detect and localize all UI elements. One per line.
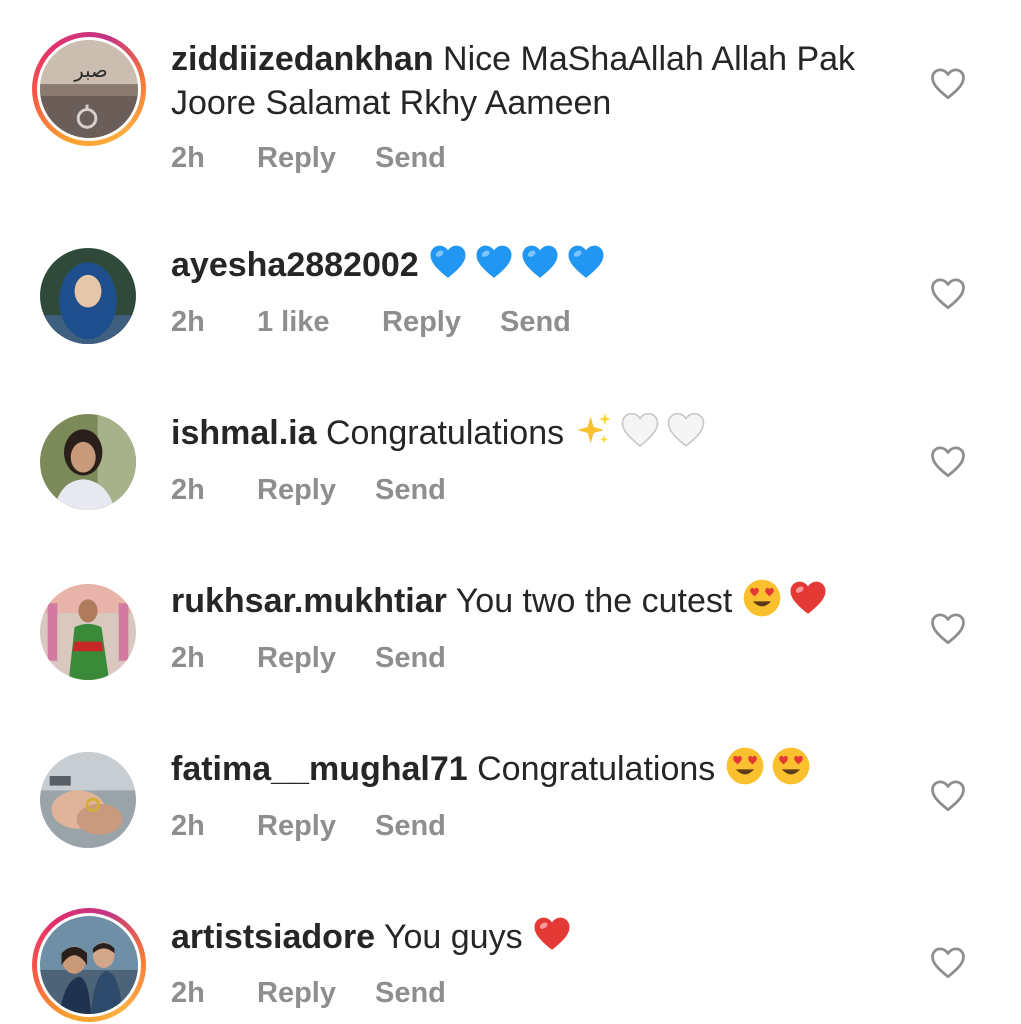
reply-button[interactable]: Reply — [257, 472, 375, 508]
comment-item: fatima__mughal71 Congratulations 2h Reply… — [0, 708, 1021, 868]
svg-text:صبر: صبر — [73, 59, 107, 82]
avatar-container[interactable] — [32, 574, 146, 688]
comment-text: fatima__mughal71 Congratulations — [171, 746, 817, 792]
avatar — [40, 752, 136, 848]
avatar: صبر — [40, 40, 138, 138]
like-heart-icon[interactable] — [929, 444, 967, 478]
comment-username[interactable]: ishmal.ia — [171, 414, 317, 452]
send-button[interactable]: Send — [375, 975, 446, 1011]
comment-timestamp: 2h — [171, 142, 205, 174]
comment-text: ziddiizedankhan Nice MaShaAllah Allah Pa… — [171, 36, 855, 82]
comment-text: artistsiadore You guys — [171, 914, 578, 960]
comment-meta: 2h Reply Send — [171, 640, 446, 676]
heart-eyes-face-icon — [771, 746, 811, 786]
send-button[interactable]: Send — [375, 808, 446, 844]
avatar-container[interactable] — [32, 742, 146, 856]
comment-text: ishmal.ia Congratulations — [171, 410, 712, 456]
comment-timestamp: 2h — [171, 306, 205, 338]
blue-heart-icon — [428, 242, 468, 282]
white-heart-icon — [666, 410, 706, 450]
comment-username[interactable]: ayesha2882002 — [171, 246, 419, 284]
like-heart-icon[interactable] — [929, 778, 967, 812]
avatar-story-ring[interactable] — [32, 908, 146, 1022]
comment-timestamp: 2h — [171, 642, 205, 674]
red-heart-icon — [788, 578, 828, 618]
red-heart-icon — [532, 914, 572, 954]
blue-heart-icon — [520, 242, 560, 282]
avatar-story-ring[interactable]: صبر — [32, 32, 146, 146]
comment-body: You two the cutest — [455, 582, 733, 620]
comment-item: rukhsar.mukhtiar You two the cutest 2h Re… — [0, 540, 1021, 700]
heart-eyes-face-icon — [742, 578, 782, 618]
white-heart-icon — [620, 410, 660, 450]
comment-item: artistsiadore You guys 2h Reply Send — [0, 876, 1021, 1024]
comment-text-continued: Joore Salamat Rkhy Aameen — [171, 80, 611, 126]
comment-meta: 2h Reply Send — [171, 975, 446, 1011]
comment-timestamp: 2h — [171, 474, 205, 506]
comment-meta: 2h Reply Send — [171, 472, 446, 508]
comment-meta: 2h Reply Send — [171, 808, 446, 844]
avatar — [40, 916, 138, 1014]
comment-timestamp: 2h — [171, 977, 205, 1009]
comment-meta: 2h 1 like Reply Send — [171, 304, 571, 340]
sparkles-icon — [574, 410, 614, 450]
comment-meta: 2h Reply Send — [171, 140, 446, 176]
comment-body-line2: Joore Salamat Rkhy Aameen — [171, 84, 612, 122]
comment-username[interactable]: ziddiizedankhan — [171, 40, 434, 78]
comment-item: صبر ziddiizedankhan Nice MaShaAllah Alla… — [0, 0, 1021, 190]
comment-username[interactable]: fatima__mughal71 — [171, 750, 468, 788]
avatar — [40, 584, 136, 680]
comment-body: Congratulations — [325, 414, 565, 452]
send-button[interactable]: Send — [375, 640, 446, 676]
avatar — [40, 414, 136, 510]
comment-timestamp: 2h — [171, 810, 205, 842]
reply-button[interactable]: Reply — [382, 304, 500, 340]
avatar — [40, 248, 136, 344]
reply-button[interactable]: Reply — [257, 640, 375, 676]
avatar-container[interactable] — [32, 238, 146, 352]
avatar-container[interactable] — [32, 404, 146, 518]
send-button[interactable]: Send — [375, 140, 446, 176]
likes-count[interactable]: 1 like — [257, 304, 382, 340]
comment-body: You guys — [383, 918, 523, 956]
send-button[interactable]: Send — [500, 304, 571, 340]
like-heart-icon[interactable] — [929, 66, 967, 100]
like-heart-icon[interactable] — [929, 611, 967, 645]
send-button[interactable]: Send — [375, 472, 446, 508]
blue-heart-icon — [474, 242, 514, 282]
like-heart-icon[interactable] — [929, 945, 967, 979]
comment-body: Nice MaShaAllah Allah Pak — [443, 40, 856, 78]
reply-button[interactable]: Reply — [257, 140, 375, 176]
heart-eyes-face-icon — [725, 746, 765, 786]
comment-body: Congratulations — [477, 750, 716, 788]
reply-button[interactable]: Reply — [257, 808, 375, 844]
comment-item: ishmal.ia Congratulations 2h Reply Send — [0, 370, 1021, 530]
comment-username[interactable]: artistsiadore — [171, 918, 375, 956]
comment-text: rukhsar.mukhtiar You two the cutest — [171, 578, 834, 624]
comment-text: ayesha2882002 — [171, 242, 612, 288]
like-heart-icon[interactable] — [929, 276, 967, 310]
comment-item: ayesha2882002 2h 1 like Reply Send — [0, 200, 1021, 360]
blue-heart-icon — [566, 242, 606, 282]
comment-username[interactable]: rukhsar.mukhtiar — [171, 582, 447, 620]
reply-button[interactable]: Reply — [257, 975, 375, 1011]
